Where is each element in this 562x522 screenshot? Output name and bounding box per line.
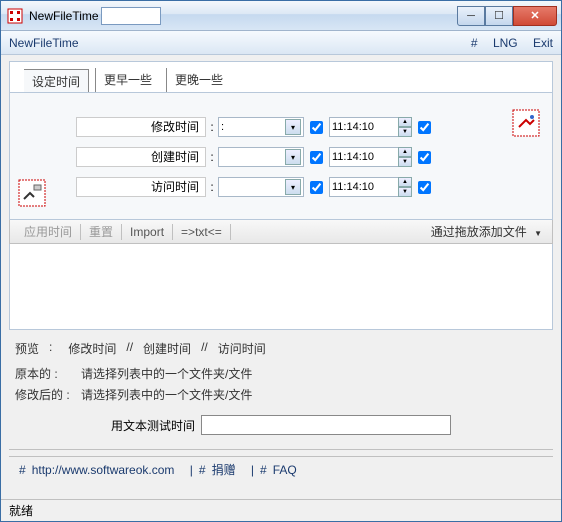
calendar-icon[interactable]: ▾ (285, 179, 301, 195)
create-date-field[interactable]: ▾ (218, 147, 304, 167)
colon: : (206, 180, 218, 194)
original-row: 原本的 : 请选择列表中的一个文件夹/文件 (15, 365, 547, 382)
menubar: NewFileTime # LNG Exit (1, 31, 561, 55)
colon: : (206, 120, 218, 134)
sep: | (190, 463, 193, 477)
statusbar: 就绪 (1, 499, 561, 521)
drop-hint-label: 通过拖放添加文件 (431, 225, 527, 239)
preview-access: 访问时间 (218, 340, 266, 357)
hash: # (19, 463, 26, 477)
access-time-field[interactable]: 11:14:10 (329, 177, 399, 197)
modify-date-value: : (221, 121, 285, 133)
test-input[interactable] (201, 415, 451, 435)
tab-earlier[interactable]: 更早一些 (95, 68, 160, 92)
info-section: 预览 : 修改时间 // 创建时间 // 访问时间 原本的 : 请选择列表中的一… (9, 330, 553, 443)
menu-exit[interactable]: Exit (533, 36, 553, 50)
menu-app[interactable]: NewFileTime (9, 36, 459, 50)
modify-time-value: 11:14:10 (332, 121, 396, 133)
after-label: 修改后的 (15, 388, 63, 402)
after-text: 请选择列表中的一个文件夹/文件 (81, 386, 252, 403)
modify-label: 修改时间 (76, 117, 206, 137)
list-toolbar: 应用时间 重置 Import =>txt<= 通过拖放添加文件 ▼ (9, 220, 553, 244)
divider (9, 449, 553, 450)
create-time-field[interactable]: 11:14:10 (329, 147, 399, 167)
access-date-check[interactable] (310, 181, 323, 194)
create-date-check[interactable] (310, 151, 323, 164)
app-window: NewFileTime ─ ☐ ✕ NewFileTime # LNG Exit… (0, 0, 562, 522)
title-input[interactable] (101, 7, 161, 25)
sep: // (126, 340, 133, 357)
sep: // (201, 340, 208, 357)
original-label: 原本的 (15, 367, 51, 381)
modify-time-check[interactable] (418, 121, 431, 134)
tab-panel: 设定时间 更早一些 更晚一些 修改时间 : : ▾ (9, 61, 553, 220)
row-access: 访问时间 : ▾ 11:14:10 ▲▼ (76, 177, 540, 197)
row-modify: 修改时间 : : ▾ 11:14:10 ▲▼ (76, 117, 540, 137)
preview-create: 创建时间 (143, 340, 191, 357)
original-text: 请选择列表中的一个文件夹/文件 (81, 365, 252, 382)
create-time-spinner[interactable]: ▲▼ (398, 147, 412, 167)
status-text: 就绪 (9, 502, 33, 519)
menu-hash[interactable]: # (471, 36, 478, 50)
minimize-button[interactable]: ─ (457, 6, 485, 26)
modify-time-field[interactable]: 11:14:10 (329, 117, 399, 137)
access-time-check[interactable] (418, 181, 431, 194)
access-label: 访问时间 (76, 177, 206, 197)
hash: # (260, 463, 267, 477)
preview-label: 预览 (15, 340, 39, 357)
access-time-value: 11:14:10 (332, 181, 396, 193)
tab-body: 修改时间 : : ▾ 11:14:10 ▲▼ 创建时间 : (10, 92, 552, 219)
test-row: 用文本测试时间 (15, 415, 547, 435)
window-title: NewFileTime (29, 9, 99, 23)
test-label: 用文本测试时间 (111, 417, 195, 434)
import-button[interactable]: Import (122, 225, 172, 239)
drop-hint[interactable]: 通过拖放添加文件 ▼ (431, 223, 546, 240)
preview-row: 预览 : 修改时间 // 创建时间 // 访问时间 (15, 340, 547, 357)
access-date-field[interactable]: ▾ (218, 177, 304, 197)
action-icon[interactable] (18, 179, 46, 207)
footer-faq[interactable]: FAQ (273, 463, 297, 477)
after-row: 修改后的 : 请选择列表中的一个文件夹/文件 (15, 386, 547, 403)
colon: : (206, 150, 218, 164)
tab-set-time[interactable]: 设定时间 (24, 69, 89, 93)
footer-links: # http://www.softwareok.com | # 捐赠 | # F… (9, 456, 553, 482)
create-label: 创建时间 (76, 147, 206, 167)
app-icon (7, 8, 23, 24)
modify-time-spinner[interactable]: ▲▼ (398, 117, 412, 137)
modify-date-check[interactable] (310, 121, 323, 134)
tab-strip: 设定时间 更早一些 更晚一些 (10, 62, 552, 92)
close-button[interactable]: ✕ (513, 6, 557, 26)
txt-button[interactable]: =>txt<= (173, 225, 230, 239)
chevron-down-icon: ▼ (534, 229, 542, 238)
calendar-icon[interactable]: ▾ (285, 149, 301, 165)
maximize-button[interactable]: ☐ (485, 6, 513, 26)
footer-url[interactable]: http://www.softwareok.com (32, 463, 175, 477)
settings-icon[interactable] (512, 109, 540, 137)
content-area: 设定时间 更早一些 更晚一些 修改时间 : : ▾ (1, 55, 561, 499)
file-list[interactable] (9, 244, 553, 330)
tab-later[interactable]: 更晚一些 (166, 68, 231, 92)
access-time-spinner[interactable]: ▲▼ (398, 177, 412, 197)
apply-button[interactable]: 应用时间 (16, 223, 80, 240)
create-time-value: 11:14:10 (332, 151, 396, 163)
window-controls: ─ ☐ ✕ (457, 6, 557, 26)
row-create: 创建时间 : ▾ 11:14:10 ▲▼ (76, 147, 540, 167)
create-time-check[interactable] (418, 151, 431, 164)
hash: # (199, 463, 206, 477)
menu-lng[interactable]: LNG (493, 36, 518, 50)
modify-date-field[interactable]: : ▾ (218, 117, 304, 137)
calendar-icon[interactable]: ▾ (285, 119, 301, 135)
reset-button[interactable]: 重置 (81, 223, 121, 240)
sep: | (251, 463, 254, 477)
footer-donate[interactable]: 捐赠 (212, 461, 236, 478)
preview-modify: 修改时间 (68, 340, 116, 357)
titlebar[interactable]: NewFileTime ─ ☐ ✕ (1, 1, 561, 31)
